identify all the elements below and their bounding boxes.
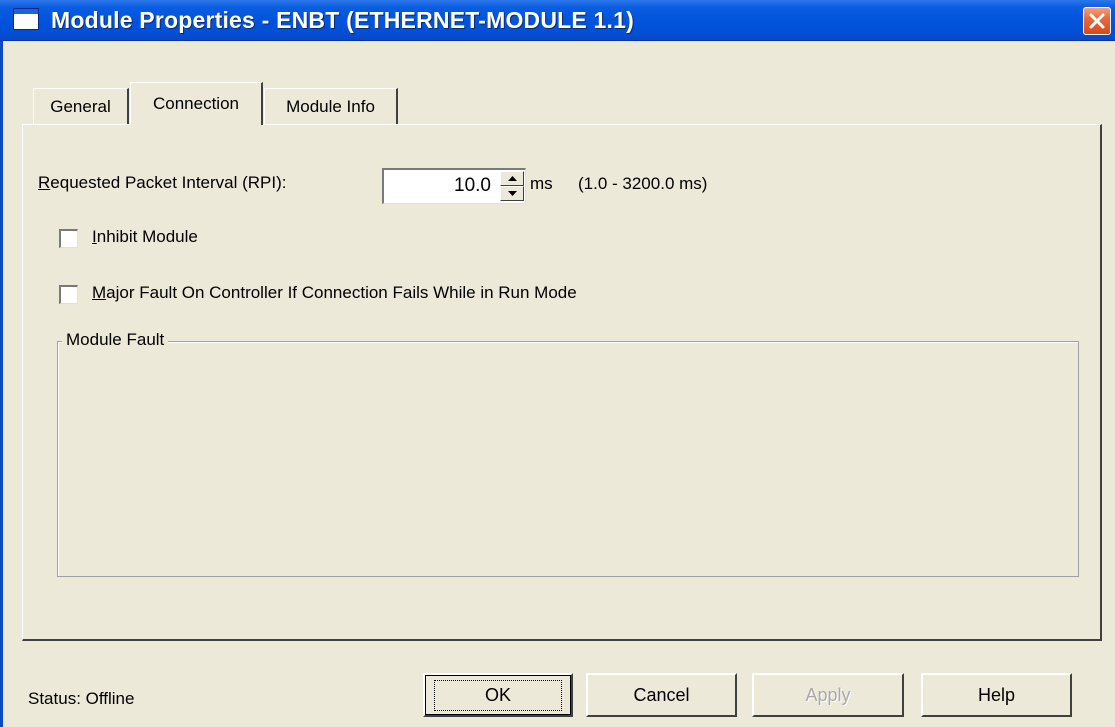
close-icon [1089, 13, 1105, 29]
major-fault-checkbox[interactable] [59, 285, 78, 304]
window-frame [0, 41, 3, 727]
inhibit-module-label[interactable]: Inhibit Module [92, 227, 198, 247]
arrow-down-icon [507, 190, 517, 196]
help-button[interactable]: Help [921, 673, 1072, 717]
module-fault-title: Module Fault [62, 330, 169, 350]
status-text: Status: Offline [28, 689, 135, 708]
tab-label: Connection [152, 94, 239, 113]
window-title: Module Properties - ENBT (ETHERNET-MODUL… [51, 7, 634, 33]
spin-down-button[interactable] [500, 186, 524, 201]
cancel-label: Cancel [633, 684, 690, 705]
module-fault-group [57, 341, 1079, 577]
cancel-button[interactable]: Cancel [586, 673, 737, 717]
tab-module-info[interactable]: Module Info [264, 88, 398, 124]
accelerator-key: I [92, 227, 97, 246]
rpi-input[interactable]: 10.0 [382, 168, 526, 204]
accelerator-key: M [92, 283, 107, 302]
spin-up-button[interactable] [500, 171, 524, 186]
tab-label: Module Info [286, 96, 375, 116]
accelerator-key: R [38, 173, 51, 192]
window-icon [13, 8, 39, 30]
tab-label: General [50, 96, 111, 116]
help-label: Help [977, 684, 1016, 705]
title-bar[interactable]: Module Properties - ENBT (ETHERNET-MODUL… [0, 0, 1115, 41]
ok-label: OK [433, 679, 562, 711]
inhibit-module-checkbox[interactable] [59, 229, 78, 248]
rpi-label: Requested Packet Interval (RPI): [38, 173, 287, 192]
arrow-up-icon [507, 175, 517, 181]
major-fault-label[interactable]: Major Fault On Controller If Connection … [92, 283, 577, 303]
tab-connection[interactable]: Connection [130, 82, 263, 125]
rpi-unit: ms [530, 174, 553, 193]
rpi-value: 10.0 [454, 175, 491, 196]
apply-button: Apply [752, 673, 904, 717]
tab-general[interactable]: General [33, 88, 129, 124]
close-button[interactable] [1083, 7, 1111, 35]
apply-label: Apply [805, 684, 851, 705]
ok-button[interactable]: OK [423, 673, 573, 717]
rpi-range: (1.0 - 3200.0 ms) [578, 174, 708, 193]
rpi-spinner[interactable] [500, 171, 524, 202]
